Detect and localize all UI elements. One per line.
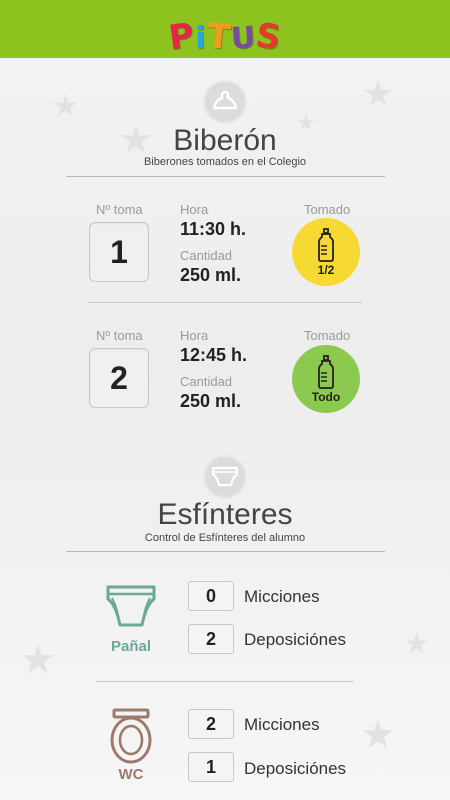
label-taken: Tomado <box>304 202 351 217</box>
wc-urinations-label: Micciones <box>244 715 320 734</box>
label-quantity: Cantidad <box>180 248 233 263</box>
logo-letter: S <box>253 15 284 59</box>
pitus-logo: P i T U S <box>166 4 284 59</box>
section-subtitle-sphincters: Control de Esfínteres del alumno <box>144 532 306 544</box>
diaper-depositions-label: Deposiciónes <box>244 630 347 649</box>
divider <box>66 176 385 177</box>
feed-time: 11:30 h. <box>180 219 247 239</box>
diaper-icon <box>203 455 247 499</box>
logo-letter: P <box>166 15 197 59</box>
feed-number-box: 2 <box>89 348 149 408</box>
bottle-nipple-icon <box>203 80 247 124</box>
row-divider <box>96 681 354 682</box>
app-header: P i T U S <box>0 0 450 59</box>
diaper-large-icon <box>104 583 158 634</box>
section-subtitle-bottle: Biberones tomados en el Colegio <box>143 156 307 168</box>
star-decoration-icon: ★ <box>360 713 396 757</box>
wc-urinations-count: 2 <box>188 709 234 739</box>
wc-depositions-label: Deposiciónes <box>244 759 347 778</box>
label-quantity: Cantidad <box>180 374 233 389</box>
feed-quantity: 250 ml. <box>180 265 242 285</box>
divider <box>66 551 385 552</box>
row-divider <box>89 302 362 303</box>
wc-label: WC <box>118 766 144 783</box>
star-decoration-icon: ★ <box>362 73 395 114</box>
feed-quantity: 250 ml. <box>180 391 242 411</box>
diaper-label: Pañal <box>110 638 152 655</box>
section-title-sphincters: Esfínteres <box>157 498 293 531</box>
bottle-icon <box>318 354 334 389</box>
star-decoration-icon: ★ <box>404 628 430 659</box>
taken-badge: 1/2 <box>292 218 360 286</box>
label-feed-number: Nº toma <box>96 328 143 343</box>
section-title-bottle: Biberón <box>173 124 277 157</box>
wc-depositions-count: 1 <box>188 752 234 782</box>
feed-time: 12:45 h. <box>180 345 248 365</box>
star-decoration-icon: ★ <box>20 638 56 682</box>
logo-letter: T <box>204 15 232 59</box>
logo-letter: i <box>195 21 206 56</box>
feed-number-box: 1 <box>89 222 149 282</box>
diaper-urinations-count: 0 <box>188 581 234 611</box>
label-taken: Tomado <box>304 328 351 343</box>
logo-letter: U <box>229 20 257 57</box>
star-decoration-icon: ★ <box>52 90 79 123</box>
bottle-icon <box>318 227 334 262</box>
taken-amount: 1/2 <box>317 262 335 277</box>
toilet-icon <box>108 708 154 773</box>
label-time: Hora <box>180 328 209 343</box>
diaper-urinations-label: Micciones <box>244 587 320 606</box>
diaper-depositions-count: 2 <box>188 624 234 654</box>
taken-amount: Todo <box>311 389 341 404</box>
taken-badge: Todo <box>292 345 360 413</box>
label-time: Hora <box>180 202 209 217</box>
label-feed-number: Nº toma <box>96 202 143 217</box>
